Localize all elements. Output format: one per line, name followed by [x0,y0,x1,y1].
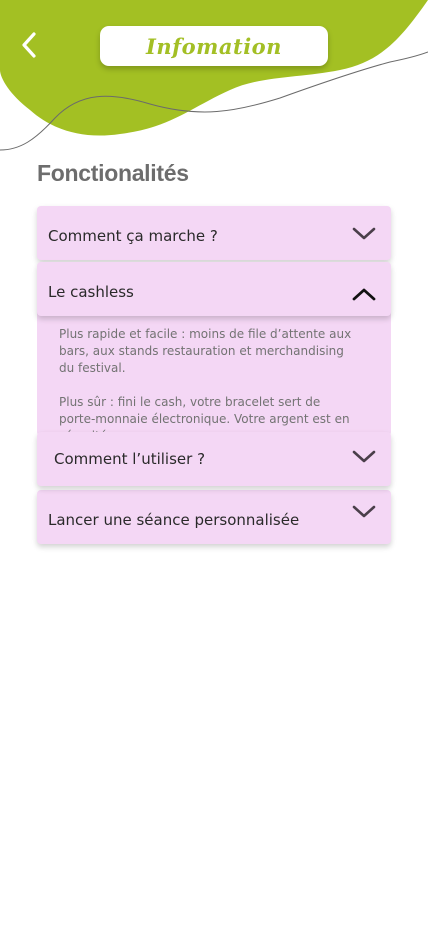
accordion-item-lancer-une-seance[interactable]: Lancer une séance personnalisée [37,490,391,544]
chevron-down-icon[interactable] [351,449,377,465]
chevron-left-icon [22,32,36,58]
accordion-item-label: Le cashless [48,283,134,301]
title-card: Infomation [100,26,328,66]
header-background [0,0,428,151]
section-title: Fonctionalités [37,160,189,186]
chevron-down-icon[interactable] [351,504,377,520]
chevron-down-icon[interactable] [351,226,377,242]
accordion-item-label: Comment ça marche ? [48,227,218,245]
accordion-panel-le-cashless: Plus rapide et facile : moins de file d’… [37,300,391,436]
chevron-up-icon[interactable] [351,286,377,302]
accordion-item-label: Lancer une séance personnalisée [48,511,300,529]
accordion-item-comment-ca-marche[interactable]: Comment ça marche ? [37,206,391,260]
accordion-item-le-cashless[interactable]: Le cashless [37,262,391,316]
panel-paragraph: Plus rapide et facile : moins de file d’… [59,327,352,375]
accordion-item-label: Comment l’utiliser ? [54,450,206,468]
page-title: Infomation [146,33,282,59]
panel-paragraph: Plus sûr : fini le cash, votre bracelet … [59,395,350,436]
accordion-item-comment-l-utiliser[interactable]: Comment l’utiliser ? [37,432,391,486]
back-button[interactable] [12,28,46,62]
